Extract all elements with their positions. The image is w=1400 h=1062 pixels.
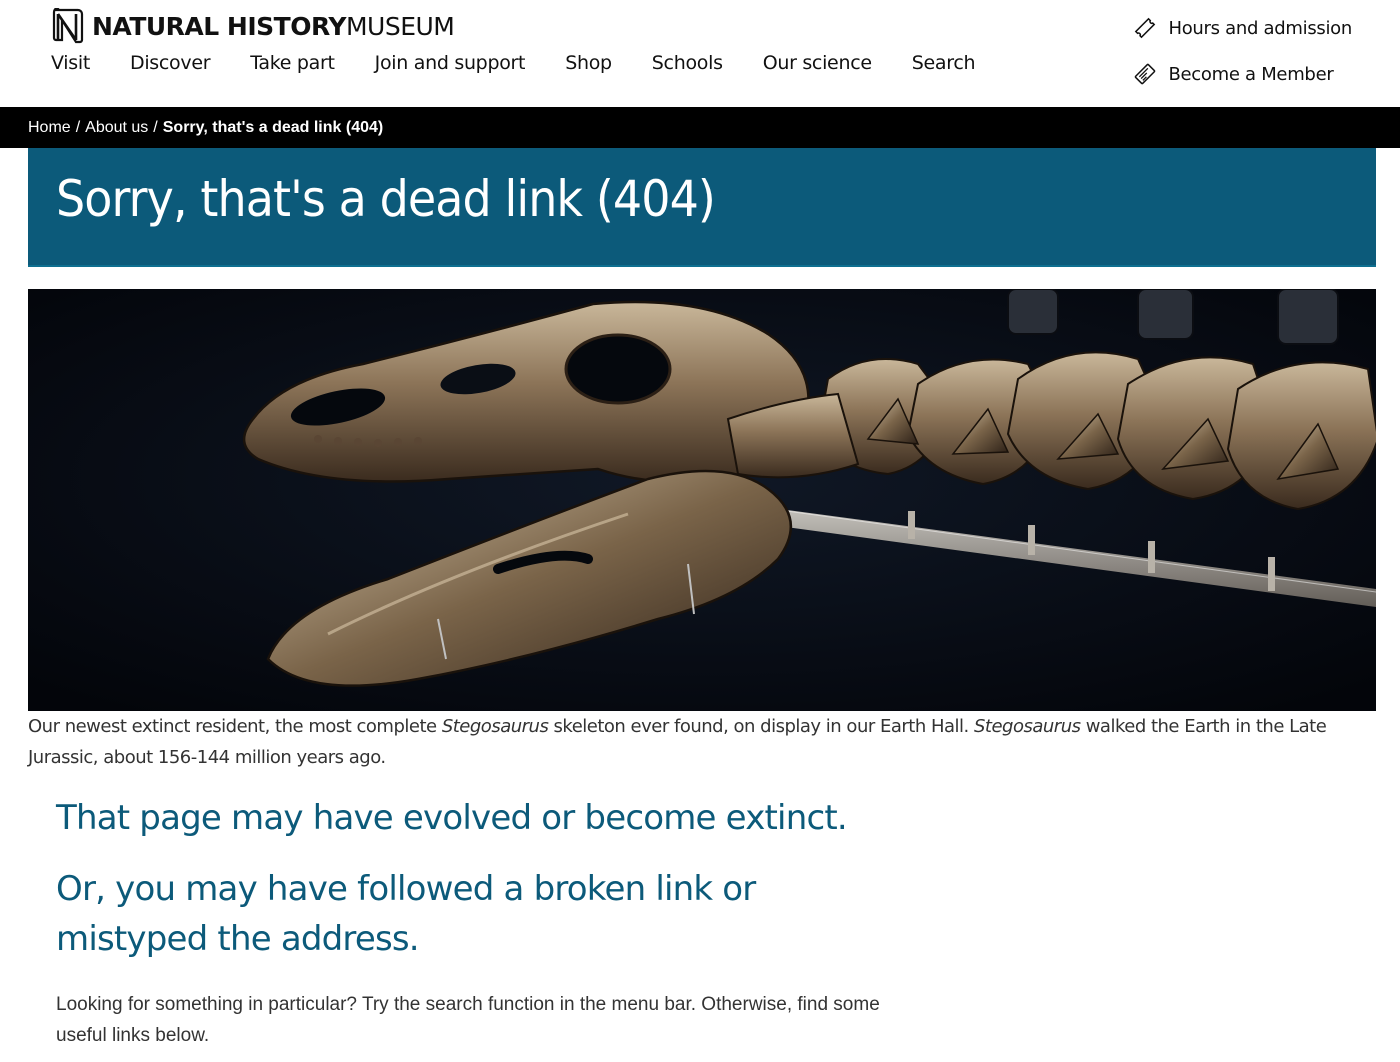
nav-take-part[interactable]: Take part — [250, 52, 335, 74]
caption-text: skeleton ever found, on display in our E… — [548, 716, 974, 737]
page-title: Sorry, that's a dead link (404) — [56, 170, 716, 228]
logo-bold-text: NATURAL HISTORY — [92, 11, 346, 41]
search-suggestion-text: Looking for something in particular? Try… — [56, 994, 880, 1046]
ticket-icon — [1135, 17, 1156, 39]
hours-and-admission-label: Hours and admission — [1168, 17, 1352, 39]
breadcrumb-home[interactable]: Home — [28, 119, 71, 137]
become-a-member-link[interactable]: Become a Member — [1133, 60, 1352, 88]
nav-search[interactable]: Search — [912, 52, 976, 74]
site-header: NATURAL HISTORYMUSEUM Visit Discover Tak… — [0, 0, 1400, 107]
nhm-n-logo-icon — [52, 8, 84, 44]
stegosaurus-skeleton-image — [28, 289, 1376, 711]
nav-our-science[interactable]: Our science — [763, 52, 872, 74]
nav-join-and-support[interactable]: Join and support — [375, 52, 526, 74]
nav-schools[interactable]: Schools — [652, 52, 723, 74]
nav-shop[interactable]: Shop — [565, 52, 612, 74]
caption-species-name: Stegosaurus — [973, 716, 1081, 737]
caption-text: Our newest extinct resident, the most co… — [28, 716, 442, 737]
utility-links: Hours and admission Become a Member — [1133, 14, 1352, 88]
become-a-member-label: Become a Member — [1168, 63, 1334, 85]
site-logo[interactable]: NATURAL HISTORYMUSEUM — [50, 8, 455, 44]
title-banner: Sorry, that's a dead link (404) — [28, 148, 1376, 267]
breadcrumb-current: Sorry, that's a dead link (404) — [162, 118, 384, 136]
error-heading-broken-link: Or, you may have followed a broken link … — [56, 869, 756, 959]
caption-species-name: Stegosaurus — [441, 716, 549, 737]
main-nav: Visit Discover Take part Join and suppor… — [51, 52, 976, 74]
error-heading-evolved: That page may have evolved or become ext… — [56, 798, 848, 838]
hero-image — [28, 289, 1376, 711]
membership-card-icon — [1135, 63, 1156, 85]
logo-light-text: MUSEUM — [345, 11, 455, 41]
breadcrumb-about-us[interactable]: About us — [85, 119, 148, 137]
nav-discover[interactable]: Discover — [130, 52, 211, 74]
breadcrumb-separator: / — [75, 118, 81, 136]
hours-and-admission-link[interactable]: Hours and admission — [1133, 14, 1352, 42]
image-caption: Our newest extinct resident, the most co… — [28, 711, 1376, 773]
breadcrumb-separator: / — [153, 118, 158, 136]
nav-visit[interactable]: Visit — [51, 52, 90, 74]
breadcrumb: Home / About us / Sorry, that's a dead l… — [0, 107, 1400, 148]
